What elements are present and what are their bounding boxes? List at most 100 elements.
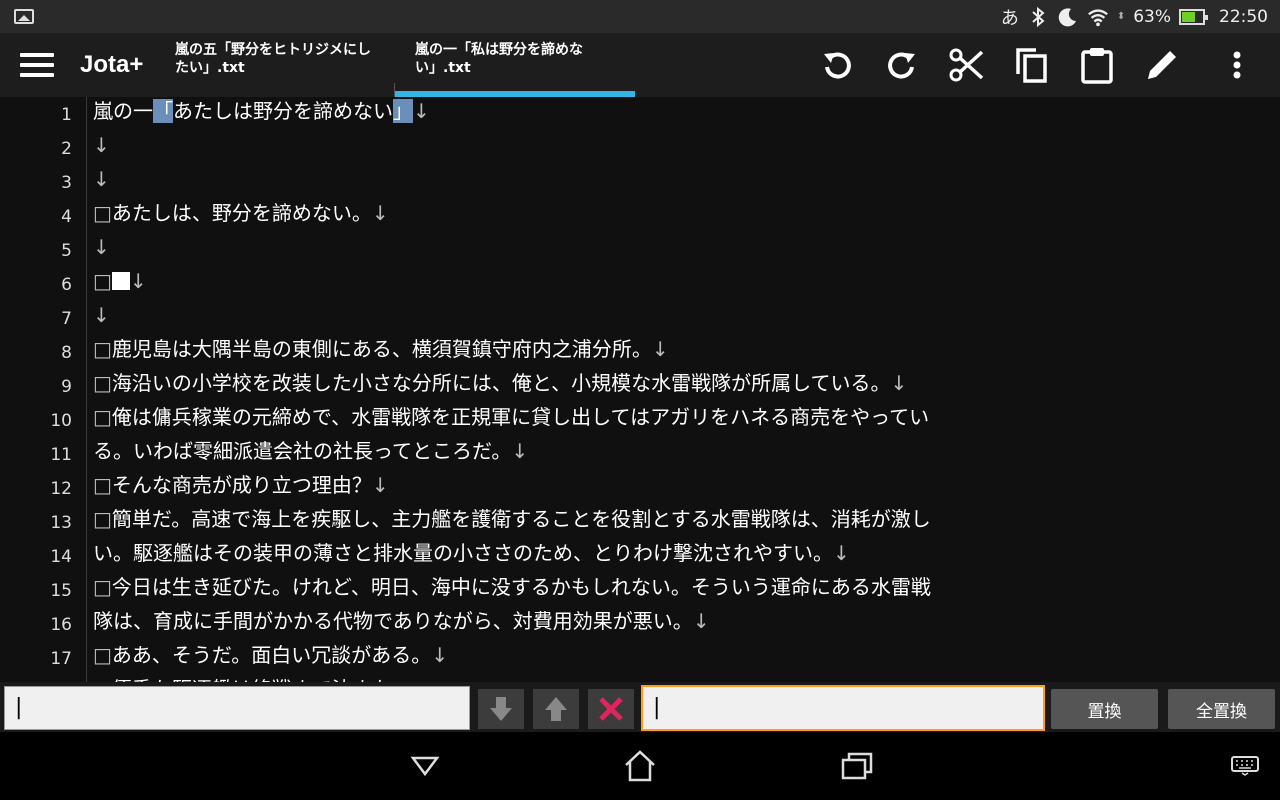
editor-line[interactable]: ↓ bbox=[93, 298, 110, 332]
cut-icon[interactable] bbox=[947, 45, 987, 85]
line-number: 8 bbox=[61, 343, 72, 363]
tab-file-arashi-5[interactable]: 嵐の五「野分をヒトリジメにしたい」.txt bbox=[175, 41, 375, 97]
editor-line[interactable]: 隊は、育成に手間がかかる代物でありながら、対費用効果が悪い。↓ bbox=[93, 604, 710, 638]
whitespace-marker: □ bbox=[93, 575, 112, 599]
whitespace-marker: ↓ bbox=[431, 643, 449, 667]
action-bar: Jota+ 嵐の五「野分をヒトリジメにしたい」.txt 嵐の一「私は野分を諦めな… bbox=[0, 33, 1280, 103]
text-segment: 鹿児島は大隅半島の東側にある、横須賀鎮守府内之浦分所。 bbox=[111, 337, 652, 361]
editor-line[interactable]: □ ↓ bbox=[93, 264, 147, 298]
close-search-icon[interactable] bbox=[588, 689, 634, 729]
whitespace-marker: □ bbox=[93, 269, 112, 293]
highlighted-bracket: 「 bbox=[153, 99, 173, 123]
whitespace-marker: □ bbox=[93, 201, 112, 225]
status-bar: あ ⬍ 63% 22:50 bbox=[0, 0, 1280, 33]
whitespace-marker: ↓ bbox=[692, 609, 710, 633]
editor-line[interactable]: ↓ bbox=[93, 162, 110, 196]
highlighted-bracket: 」 bbox=[393, 99, 413, 123]
line-number: 17 bbox=[50, 649, 72, 669]
line-number: 14 bbox=[50, 547, 72, 567]
line-number: 1 bbox=[61, 105, 72, 125]
whitespace-marker: ↓ bbox=[890, 371, 908, 395]
whitespace-marker: ↓ bbox=[93, 133, 110, 157]
edit-icon[interactable] bbox=[1142, 45, 1182, 85]
do-not-disturb-moon-icon bbox=[1057, 6, 1079, 28]
battery-charging-icon bbox=[1179, 8, 1208, 25]
text-segment: 隊は、育成に手間がかかる代物でありながら、対費用効果が悪い。 bbox=[93, 609, 693, 633]
text-segment: 俺は傭兵稼業の元締めで、水雷戦隊を正規軍に貸し出してはアガリをハネる商売をやって… bbox=[111, 405, 930, 429]
whitespace-marker: □ bbox=[93, 405, 112, 429]
editor-line[interactable]: い。駆逐艦はその装甲の薄さと排水量の小ささのため、とりわけ撃沈されやすい。↓ bbox=[93, 536, 850, 570]
whitespace-marker: □ bbox=[93, 507, 112, 531]
editor-line[interactable]: □俺は傭兵稼業の元締めで、水雷戦隊を正規軍に貸し出してはアガリをハネる商売をやっ… bbox=[93, 400, 929, 434]
editor-line[interactable]: ↓ bbox=[93, 128, 110, 162]
keyboard-icon[interactable] bbox=[1220, 746, 1270, 786]
editor-line[interactable]: □簡単だ。高速で海上を疾駆し、主力艦を護衛することを役割とする水雷戦隊は、消耗が… bbox=[93, 502, 931, 536]
battery-percent: 63% bbox=[1133, 6, 1171, 27]
gutter-divider bbox=[86, 97, 87, 682]
whitespace-marker: □ bbox=[93, 371, 112, 395]
replace-all-button[interactable]: 全置換 bbox=[1168, 689, 1275, 729]
whitespace-marker: ↓ bbox=[93, 235, 110, 259]
paste-icon[interactable] bbox=[1077, 45, 1117, 85]
line-number-gutter: 1 2 3 4 5 6 7 8 9 10 11 12 13 14 15 16 17 bbox=[0, 97, 72, 682]
line-number: 2 bbox=[61, 139, 72, 159]
text-segment: る。いわば零細派遣会社の社長ってところだ。 bbox=[93, 439, 512, 463]
tab-label: 嵐の五「野分をヒトリジメにしたい」.txt bbox=[175, 42, 371, 76]
tab-file-arashi-1[interactable]: 嵐の一「私は野分を諦めない」.txt bbox=[395, 41, 635, 97]
editor-line[interactable]: □あたしは、野分を諦めない。↓ bbox=[93, 196, 389, 230]
editor-line[interactable]: □鹿児島は大隅半島の東側にある、横須賀鎮守府内之浦分所。↓ bbox=[93, 332, 669, 366]
home-icon[interactable] bbox=[615, 746, 665, 786]
text-segment: い。駆逐艦はその装甲の薄さと排水量の小ささのため、とりわけ撃沈されやすい。 bbox=[93, 541, 833, 565]
whitespace-marker: ↓ bbox=[93, 303, 110, 327]
editor-line[interactable]: □今日は生き延びた。けれど、明日、海中に没するかもしれない。そういう運命にある水… bbox=[93, 570, 931, 604]
hamburger-menu-icon[interactable] bbox=[20, 53, 54, 77]
whitespace-marker: ↓ bbox=[511, 439, 529, 463]
bluetooth-icon bbox=[1027, 6, 1049, 28]
recents-icon[interactable] bbox=[832, 746, 882, 786]
editor-line[interactable]: る。いわば零細派遣会社の社長ってところだ。↓ bbox=[93, 434, 528, 468]
system-nav-bar bbox=[0, 732, 1280, 800]
line-number: 6 bbox=[61, 275, 72, 295]
undo-icon[interactable] bbox=[817, 45, 857, 85]
editor-line[interactable]: □海沿いの小学校を改装した小さな分所には、俺と、小規模な水雷戦隊が所属している。… bbox=[93, 366, 907, 400]
line-number: 12 bbox=[50, 479, 72, 499]
editor-line[interactable]: □ああ、そうだ。面白い冗談がある。↓ bbox=[93, 638, 448, 672]
editor-line[interactable]: 嵐の一「あたしは野分を諦めない」↓ bbox=[93, 97, 430, 128]
find-next-button[interactable] bbox=[478, 689, 524, 729]
editor-line[interactable]: ↓ bbox=[93, 230, 110, 264]
redo-icon[interactable] bbox=[882, 45, 922, 85]
text-segment: 嵐の一 bbox=[93, 99, 153, 123]
find-previous-button[interactable] bbox=[533, 689, 579, 729]
status-icons: あ ⬍ 63% 22:50 bbox=[1001, 0, 1268, 33]
copy-icon[interactable] bbox=[1012, 45, 1052, 85]
whitespace-marker: ↓ bbox=[129, 269, 147, 293]
whitespace-marker: ↓ bbox=[833, 541, 850, 565]
line-number: 5 bbox=[61, 241, 72, 261]
text-segment: あたしは、野分を諦めない。 bbox=[111, 201, 372, 225]
back-icon[interactable] bbox=[400, 746, 450, 786]
line-number: 7 bbox=[61, 309, 72, 329]
text-editor[interactable]: 1 2 3 4 5 6 7 8 9 10 11 12 13 14 15 16 17 嵐の一「あたしは野分を諦めな… bbox=[0, 97, 1280, 682]
replace-input[interactable]: | bbox=[641, 685, 1045, 731]
overflow-menu-icon[interactable] bbox=[1217, 45, 1257, 85]
replace-button[interactable]: 置換 bbox=[1051, 689, 1158, 729]
whitespace-marker: ↓ bbox=[371, 473, 389, 497]
line-number: 3 bbox=[61, 173, 72, 193]
line-number: 10 bbox=[50, 411, 72, 431]
line-number: 16 bbox=[50, 615, 72, 635]
line-number: 15 bbox=[50, 581, 72, 601]
text-segment: あたしは野分を諦めない bbox=[173, 99, 393, 123]
search-replace-bar: | | 置換 全置換 bbox=[0, 682, 1280, 732]
whitespace-marker: □ bbox=[93, 643, 112, 667]
gallery-icon bbox=[14, 9, 34, 24]
text-segment: 海沿いの小学校を改装した小さな分所には、俺と、小規模な水雷戦隊が所属している。 bbox=[111, 371, 891, 395]
whitespace-marker: ↓ bbox=[413, 99, 430, 123]
whitespace-marker: ↓ bbox=[651, 337, 669, 361]
editor-line[interactable]: □優秀な駆逐艦は終戦まで沈まない bbox=[93, 672, 412, 682]
text-cursor-block bbox=[111, 272, 130, 290]
editor-line[interactable]: □そんな商売が成り立つ理由？↓ bbox=[93, 468, 389, 502]
search-input[interactable]: | bbox=[4, 686, 470, 730]
line-number: 11 bbox=[50, 445, 72, 465]
data-arrows-icon: ⬍ bbox=[1116, 11, 1126, 22]
whitespace-marker: □ bbox=[93, 473, 112, 497]
